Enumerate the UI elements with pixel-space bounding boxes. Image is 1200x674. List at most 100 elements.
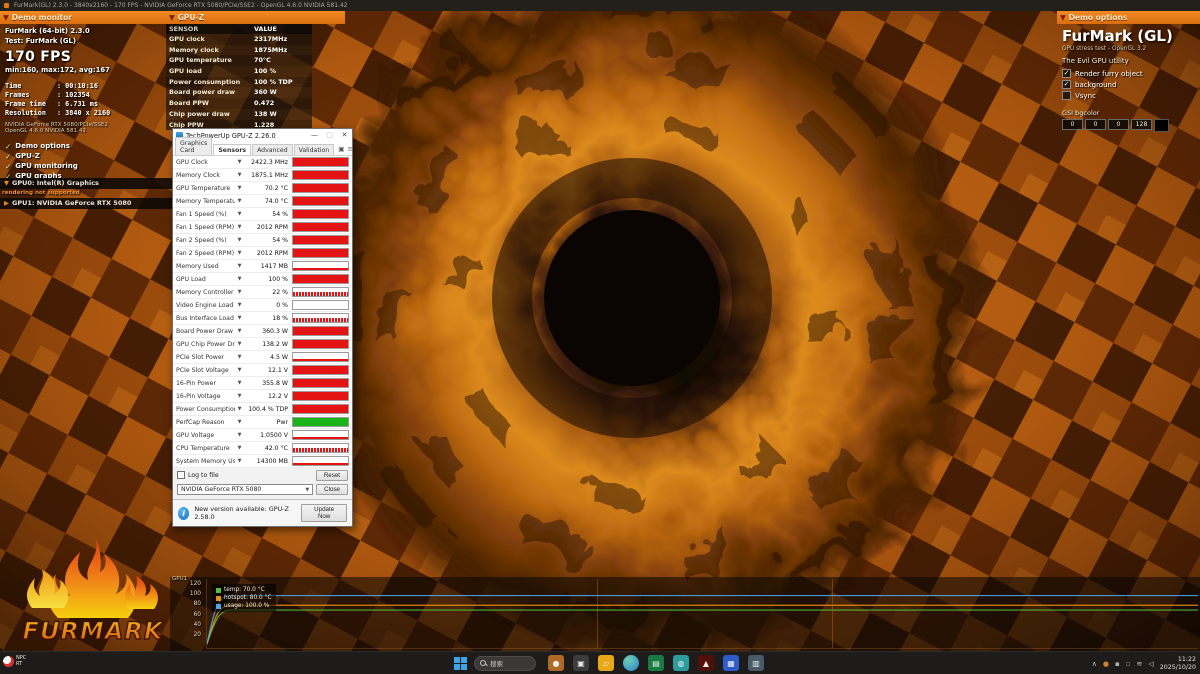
sensor-dropdown-icon[interactable]: ▼	[235, 380, 244, 386]
taskbar-center: 搜索 ● ▣ ▱ ▤ ◍ ▲ ▦ ▥	[452, 655, 764, 671]
start-button[interactable]	[452, 655, 468, 671]
sensor-dropdown-icon[interactable]: ▼	[235, 419, 244, 425]
geeks3d-app-icon[interactable]: ●	[548, 655, 564, 671]
close-icon[interactable]: ✕	[337, 129, 352, 142]
gpuz-toolbar-icons: ▣≡	[335, 145, 356, 155]
menu-icon[interactable]: ≡	[347, 145, 352, 153]
bgcolor-value-field[interactable]: 0	[1085, 119, 1106, 130]
sensor-bar-fill	[293, 210, 348, 218]
sensor-dropdown-icon[interactable]: ▼	[235, 263, 244, 269]
recorder-icon[interactable]	[3, 656, 14, 667]
camera-icon[interactable]: ▣	[338, 145, 344, 153]
sensor-dropdown-icon[interactable]: ▼	[235, 315, 244, 321]
file-explorer-icon[interactable]: ▱	[598, 655, 614, 671]
sensor-value: 4.5 W	[244, 354, 292, 361]
tab-validation[interactable]: Validation	[294, 144, 335, 155]
search-box[interactable]: 搜索	[474, 656, 536, 671]
option-checkbox-vsync[interactable]: Vsync	[1062, 90, 1197, 101]
tray-chevron-up-icon[interactable]: ∧	[1092, 660, 1097, 668]
collapse-triangle-icon[interactable]: ▼	[1060, 13, 1066, 22]
sensor-dropdown-icon[interactable]: ▼	[235, 458, 244, 464]
sensor-bar	[292, 183, 349, 193]
gpu0-bar[interactable]: ▼GPU0: Intel(R) Graphics	[0, 178, 172, 189]
tab-sensors[interactable]: Sensors	[213, 144, 251, 155]
sensor-dropdown-icon[interactable]: ▼	[235, 328, 244, 334]
tray-app-icon[interactable]: ▪	[1115, 660, 1120, 668]
y-tick-label: 20	[194, 632, 201, 638]
sensor-bar	[292, 261, 349, 271]
teal-app-icon[interactable]: ◍	[673, 655, 689, 671]
sensor-dropdown-icon[interactable]: ▼	[235, 211, 244, 217]
demo-options-header[interactable]: Demo options	[1069, 13, 1128, 22]
gpu1-label: GPU1: NVIDIA GeForce RTX 5080	[12, 199, 131, 207]
device-dropdown[interactable]: NVIDIA GeForce RTX 5080 ▼	[177, 484, 313, 495]
gpu-tool-icon[interactable]: ▥	[748, 655, 764, 671]
gpu-graph-panel: GPU1 20406080100120 temp: 70.0 °Chotspot…	[170, 577, 1200, 651]
tray-furmark-icon[interactable]: ●	[1103, 660, 1109, 668]
edge-browser-icon[interactable]	[623, 655, 639, 671]
excel-icon[interactable]: ▤	[648, 655, 664, 671]
sensor-dropdown-icon[interactable]: ▼	[235, 172, 244, 178]
gpu0-note: rendering not supported	[2, 190, 80, 196]
sensor-dropdown-icon[interactable]: ▼	[235, 341, 244, 347]
sensor-dropdown-icon[interactable]: ▼	[235, 432, 244, 438]
reset-button[interactable]: Reset	[316, 470, 348, 481]
bgcolor-value-field[interactable]: 128	[1131, 119, 1152, 130]
collapse-triangle-icon[interactable]: ▼	[169, 13, 175, 22]
gpuz-overlay-row: Board PPW0.472	[166, 98, 312, 109]
gpuz-device-row: NVIDIA GeForce RTX 5080 ▼ Close	[173, 482, 352, 499]
sensor-dropdown-icon[interactable]: ▼	[235, 237, 244, 243]
bgcolor-inputs: 000128	[1062, 119, 1197, 132]
sensor-dropdown-icon[interactable]: ▼	[235, 406, 244, 412]
sensor-dropdown-icon[interactable]: ▼	[235, 302, 244, 308]
collapse-triangle-icon[interactable]: ▼	[3, 13, 9, 22]
bgcolor-value-field[interactable]: 0	[1108, 119, 1129, 130]
option-checkbox-render-furry-object[interactable]: ✓Render furry object	[1062, 68, 1197, 79]
sensor-dropdown-icon[interactable]: ▼	[235, 393, 244, 399]
tray-monitor-icon[interactable]: ▫	[1126, 660, 1131, 668]
option-checkbox-background[interactable]: ✓background	[1062, 79, 1197, 90]
minimize-icon[interactable]: —	[307, 129, 322, 142]
close-button[interactable]: Close	[316, 484, 348, 495]
bgcolor-value-field[interactable]: 0	[1062, 119, 1083, 130]
furmark-flame-icon[interactable]: ▲	[698, 655, 714, 671]
gpuz-overlay-table: SENSOR VALUE GPU clock2317MHzMemory cloc…	[166, 24, 312, 130]
sensor-bar	[292, 326, 349, 336]
log-to-file-checkbox[interactable]	[177, 471, 185, 479]
overlay-sensor-name: Memory clock	[166, 45, 254, 56]
bgcolor-swatch[interactable]	[1154, 119, 1169, 132]
overlay-sensor-value: 70°C	[254, 55, 312, 66]
sensor-dropdown-icon[interactable]: ▼	[235, 185, 244, 191]
overlay-toggle-gpu-z[interactable]: ✓GPU-Z	[5, 151, 170, 161]
gpu1-bar[interactable]: ▶GPU1: NVIDIA GeForce RTX 5080	[0, 198, 178, 209]
overlay-sensor-value: 2317MHz	[254, 34, 312, 45]
sensor-dropdown-icon[interactable]: ▼	[235, 224, 244, 230]
volume-icon[interactable]: ◁	[1148, 660, 1153, 668]
taskbar-clock[interactable]: 11:22 2025/10/20	[1160, 656, 1196, 671]
monitor-stat-row: Frame time: 6.731 ms	[5, 100, 170, 109]
tab-graphics-card[interactable]: Graphics Card	[175, 137, 212, 155]
overlay-toggle-demo-options[interactable]: ✓Demo options	[5, 141, 170, 151]
sensor-bar-fill	[293, 236, 348, 244]
overlay-toggle-gpu-monitoring[interactable]: ✓GPU monitoring	[5, 161, 170, 171]
sensor-dropdown-icon[interactable]: ▼	[235, 159, 244, 165]
sensor-dropdown-icon[interactable]: ▼	[235, 250, 244, 256]
blue-app-icon[interactable]: ▦	[723, 655, 739, 671]
update-now-button[interactable]: Update Now	[301, 504, 347, 522]
overlay-sensor-value: 0.472	[254, 98, 312, 109]
demo-monitor-header[interactable]: Demo monitor	[12, 13, 72, 22]
gpuz-sensor-row: Fan 1 Speed (%)▼54 %	[173, 208, 352, 221]
sensor-dropdown-icon[interactable]: ▼	[235, 289, 244, 295]
sensor-dropdown-icon[interactable]: ▼	[235, 445, 244, 451]
task-view-icon[interactable]: ▣	[573, 655, 589, 671]
gpuz-overlay-header[interactable]: GPU-Z	[178, 13, 204, 22]
sensor-dropdown-icon[interactable]: ▼	[235, 276, 244, 282]
sensor-dropdown-icon[interactable]: ▼	[235, 367, 244, 373]
tab-advanced[interactable]: Advanced	[252, 144, 293, 155]
network-icon[interactable]: ≋	[1136, 660, 1142, 668]
sensor-dropdown-icon[interactable]: ▼	[235, 198, 244, 204]
sensor-bar-fill	[293, 275, 348, 283]
sensor-bar-fill	[293, 340, 348, 348]
sensor-dropdown-icon[interactable]: ▼	[235, 354, 244, 360]
sensor-value: 2422.3 MHz	[244, 159, 292, 166]
